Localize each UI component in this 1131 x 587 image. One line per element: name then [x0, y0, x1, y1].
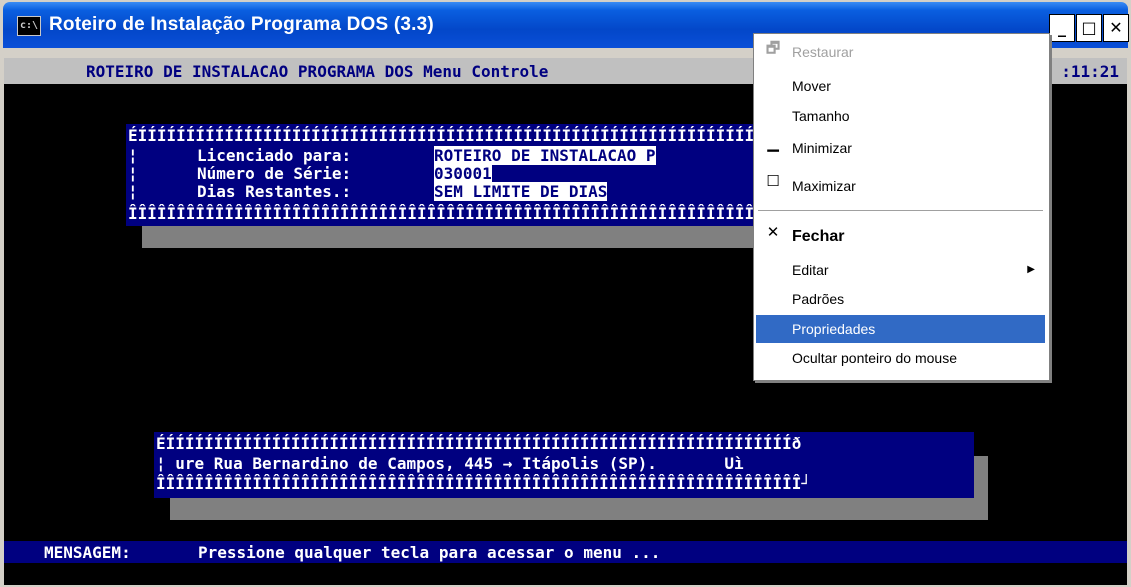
menu-item-label: Padrões [792, 291, 845, 307]
menu-item-restaurar[interactable]: 🗗 Restaurar [756, 38, 1045, 66]
message-bar: MENSAGEM: Pressione qualquer tecla para … [4, 541, 1127, 563]
menu-item-editar[interactable]: Editar ▶ [756, 256, 1045, 284]
days-remaining-value: SEM LIMITE DE DIAS [434, 182, 608, 201]
address-ticker-text: ¦ ure Rua Bernardino de Campos, 445 → It… [156, 454, 744, 473]
days-remaining-label: Dias Restantes.: [197, 182, 352, 201]
licensed-to-label: Licenciado para: [197, 146, 352, 165]
menu-item-minimizar[interactable]: ▁ Minimizar [756, 134, 1045, 162]
dos-header-title: ROTEIRO DE INSTALACAO PROGRAMA DOS Menu … [86, 62, 549, 81]
system-menu: 🗗 Restaurar Mover Tamanho ▁ Minimizar ☐ … [753, 33, 1050, 381]
license-box-left-side: ¦ [128, 146, 138, 165]
address-box-shadow-side [974, 456, 988, 520]
window-title: Roteiro de Instalação Programa DOS (3.3) [49, 14, 434, 35]
serial-number-value: 030001 [434, 164, 492, 183]
menu-item-label: Mover [792, 78, 831, 94]
license-box-left-side: ¦ [128, 182, 138, 201]
message-text: Pressione qualquer tecla para acessar o … [198, 543, 661, 562]
menu-item-propriedades[interactable]: Propriedades [756, 315, 1045, 343]
restore-icon: 🗗 [765, 39, 781, 57]
menu-item-label: Editar [792, 262, 829, 278]
license-box-bottom-border: ÎÎÎÎÎÎÎÎÎÎÎÎÎÎÎÎÎÎÎÎÎÎÎÎÎÎÎÎÎÎÎÎÎÎÎÎÎÎÎÎ… [128, 204, 754, 223]
menu-separator [758, 210, 1043, 212]
serial-number-label: Número de Série: [197, 164, 352, 183]
menu-item-label: Fechar [792, 228, 845, 245]
menu-item-label: Propriedades [792, 321, 876, 337]
menu-item-label: Tamanho [792, 108, 850, 124]
license-box-shadow [142, 226, 762, 248]
menu-item-label: Restaurar [792, 44, 854, 60]
maximize-icon: ☐ [766, 172, 780, 190]
console-app-icon[interactable]: c:\ [17, 16, 41, 36]
close-button[interactable]: ✕ [1103, 14, 1129, 42]
menu-item-label: Maximizar [792, 178, 856, 194]
minimize-button[interactable]: _ [1049, 14, 1075, 42]
dos-header-clock: :11:21 [1061, 62, 1119, 81]
menu-item-mover[interactable]: Mover [756, 72, 1045, 100]
licensed-to-value: ROTEIRO DE INSTALACAO P [434, 146, 656, 165]
license-box-left-side: ¦ [128, 164, 138, 183]
menu-item-label: Ocultar ponteiro do mouse [792, 350, 957, 366]
submenu-arrow-icon: ▶ [1027, 264, 1035, 275]
address-box-bottom-border: ÎÎÎÎÎÎÎÎÎÎÎÎÎÎÎÎÎÎÎÎÎÎÎÎÎÎÎÎÎÎÎÎÎÎÎÎÎÎÎÎ… [156, 474, 812, 493]
menu-item-ocultar-ponteiro[interactable]: Ocultar ponteiro do mouse [756, 344, 1045, 372]
close-icon: ✕ [766, 223, 780, 241]
menu-item-tamanho[interactable]: Tamanho [756, 102, 1045, 130]
license-box-top-border: ÉÍÍÍÍÍÍÍÍÍÍÍÍÍÍÍÍÍÍÍÍÍÍÍÍÍÍÍÍÍÍÍÍÍÍÍÍÍÍÍ… [128, 126, 754, 145]
menu-item-maximizar[interactable]: ☐ Maximizar [756, 172, 1045, 200]
minimize-icon: ▁ [767, 134, 779, 152]
address-box-top-border: ÉÍÍÍÍÍÍÍÍÍÍÍÍÍÍÍÍÍÍÍÍÍÍÍÍÍÍÍÍÍÍÍÍÍÍÍÍÍÍÍ… [156, 434, 802, 453]
maximize-button[interactable]: □ [1076, 14, 1102, 42]
message-label: MENSAGEM: [44, 543, 131, 562]
console-window: c:\ Roteiro de Instalação Programa DOS (… [0, 0, 1131, 587]
address-box-shadow [170, 498, 988, 520]
menu-item-fechar[interactable]: ✕ Fechar [756, 223, 1045, 251]
menu-item-label: Minimizar [792, 140, 852, 156]
menu-item-padroes[interactable]: Padrões [756, 285, 1045, 313]
